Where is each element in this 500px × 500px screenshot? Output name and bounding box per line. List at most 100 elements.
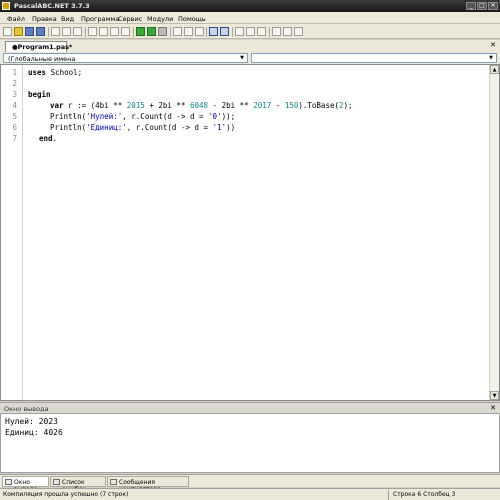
scroll-down-icon[interactable]: ▼ — [490, 391, 499, 400]
save-icon[interactable] — [25, 27, 34, 36]
class-combo[interactable]: (Глобальные имена ▼ — [3, 53, 248, 63]
new-file-icon[interactable] — [3, 27, 12, 36]
tab-output[interactable]: Окно вывода — [2, 476, 49, 493]
class-combo-value: (Глобальные имена — [8, 55, 76, 63]
close-icon[interactable]: ✕ — [490, 404, 496, 412]
paste-icon[interactable] — [73, 27, 82, 36]
chevron-down-icon[interactable]: ▼ — [487, 54, 495, 62]
code-text: . — [52, 134, 58, 143]
line-number: 4 — [12, 101, 17, 110]
output-pane-header: Окно вывода ✕ — [0, 402, 500, 413]
number-literal: 2017 — [253, 101, 272, 110]
code-text: ); — [343, 101, 353, 110]
code-text: )) — [226, 123, 236, 132]
replace-icon[interactable] — [121, 27, 130, 36]
run-icon[interactable] — [136, 27, 145, 36]
code-text: r := (4bi ** — [63, 101, 127, 110]
code-view-icon[interactable] — [220, 27, 229, 36]
menu-help[interactable]: Помощь — [178, 15, 206, 23]
code-line-7: end. — [39, 134, 57, 143]
line-number-gutter: 1 2 3 4 5 6 7 — [1, 65, 23, 400]
code-text: , r.Count(d -> d = — [122, 112, 209, 121]
line-number: 1 — [12, 68, 17, 77]
code-line-6: Println('Единиц:', r.Count(d -> d = '1')… — [50, 123, 235, 132]
close-window-button[interactable]: ✕ — [488, 2, 498, 10]
tile-icon[interactable] — [283, 27, 292, 36]
line-number: 5 — [12, 112, 17, 121]
line-number: 2 — [12, 79, 17, 88]
number-literal: 6048 — [189, 101, 209, 110]
output-pane-title: Окно вывода — [4, 405, 49, 413]
output-line: Единиц: 4026 — [5, 428, 63, 437]
window-title: PascalABC.NET 3.7.3 — [14, 2, 90, 10]
string-literal: '0' — [208, 112, 222, 121]
window-icon[interactable] — [272, 27, 281, 36]
menu-file[interactable]: Файл — [7, 15, 25, 23]
line-number: 3 — [12, 90, 17, 99]
member-combo[interactable]: ▼ — [251, 53, 497, 63]
tab-errors[interactable]: Список ошибок — [50, 476, 106, 493]
save-all-icon[interactable] — [36, 27, 45, 36]
code-editor[interactable]: 1 2 3 4 5 6 7 uses School; begin var r :… — [0, 64, 500, 401]
title-bar: PascalABC.NET 3.7.3 _ □ ✕ — [0, 0, 500, 12]
format-icon[interactable] — [235, 27, 244, 36]
code-line-5: Println('Нулей:', r.Count(d -> d = '0'))… — [50, 112, 235, 121]
app-icon — [2, 2, 10, 10]
maximize-button[interactable]: □ — [477, 2, 487, 10]
keyword: var — [50, 101, 64, 110]
undo-icon[interactable] — [88, 27, 97, 36]
step-into-icon[interactable] — [173, 27, 182, 36]
menu-edit[interactable]: Правка — [32, 15, 57, 23]
minimize-button[interactable]: _ — [466, 2, 476, 10]
tab-program1[interactable]: ●Program1.pas* — [5, 41, 72, 52]
tab-label: ●Program1.pas* — [12, 43, 73, 51]
menu-service[interactable]: Сервис — [118, 15, 142, 23]
string-literal: 'Единиц:' — [86, 123, 127, 132]
status-message: Компиляция прошла успешно (7 строк) — [3, 491, 129, 498]
run-no-debug-icon[interactable] — [147, 27, 156, 36]
number-literal: 150 — [284, 101, 299, 110]
line-number: 6 — [12, 123, 17, 132]
code-text: )); — [221, 112, 236, 121]
code-line-4: var r := (4bi ** 2015 + 2bi ** 6048 - 2b… — [50, 101, 353, 110]
find-icon[interactable] — [110, 27, 119, 36]
tab-compiler-messages[interactable]: Сообщения компилятора — [107, 476, 189, 493]
code-text: , r.Count(d -> d = — [126, 123, 213, 132]
error-list-icon — [53, 479, 60, 485]
code-text: School; — [46, 68, 83, 77]
code-text: ).ToBase( — [298, 101, 339, 110]
step-out-icon[interactable] — [195, 27, 204, 36]
copy-icon[interactable] — [62, 27, 71, 36]
number-literal: 2015 — [126, 101, 145, 110]
status-bar: Компиляция прошла успешно (7 строк) Стро… — [0, 488, 500, 500]
output-window[interactable]: Нулей: 2023 Единиц: 4026 — [0, 413, 500, 473]
output-icon — [5, 479, 12, 485]
code-text: Println( — [50, 123, 87, 132]
vertical-scrollbar[interactable]: ▲ ▼ — [489, 65, 499, 400]
cut-icon[interactable] — [51, 27, 60, 36]
comment-icon[interactable] — [246, 27, 255, 36]
menu-program[interactable]: Программа — [81, 15, 119, 23]
compiler-messages-icon — [110, 479, 117, 485]
chevron-down-icon[interactable]: ▼ — [238, 54, 246, 62]
redo-icon[interactable] — [99, 27, 108, 36]
stop-icon[interactable] — [158, 27, 167, 36]
close-tab-icon[interactable]: ✕ — [490, 41, 496, 49]
menu-modules[interactable]: Модули — [147, 15, 173, 23]
keyword: end — [39, 134, 53, 143]
open-file-icon[interactable] — [14, 27, 23, 36]
output-line: Нулей: 2023 — [5, 417, 58, 426]
code-line-1: uses School; — [28, 68, 82, 77]
step-over-icon[interactable] — [184, 27, 193, 36]
uncomment-icon[interactable] — [257, 27, 266, 36]
keyword: uses — [28, 68, 47, 77]
keyword: begin — [28, 90, 51, 99]
scroll-up-icon[interactable]: ▲ — [490, 65, 499, 74]
document-tabs: ●Program1.pas* ✕ — [0, 40, 500, 52]
cascade-icon[interactable] — [294, 27, 303, 36]
menu-bar: Файл Правка Вид Программа Сервис Модули … — [0, 12, 500, 24]
menu-view[interactable]: Вид — [61, 15, 74, 23]
form-designer-icon[interactable] — [209, 27, 218, 36]
bottom-tabs: Окно вывода Список ошибок Сообщения комп… — [0, 474, 500, 493]
code-text: Println( — [50, 112, 87, 121]
